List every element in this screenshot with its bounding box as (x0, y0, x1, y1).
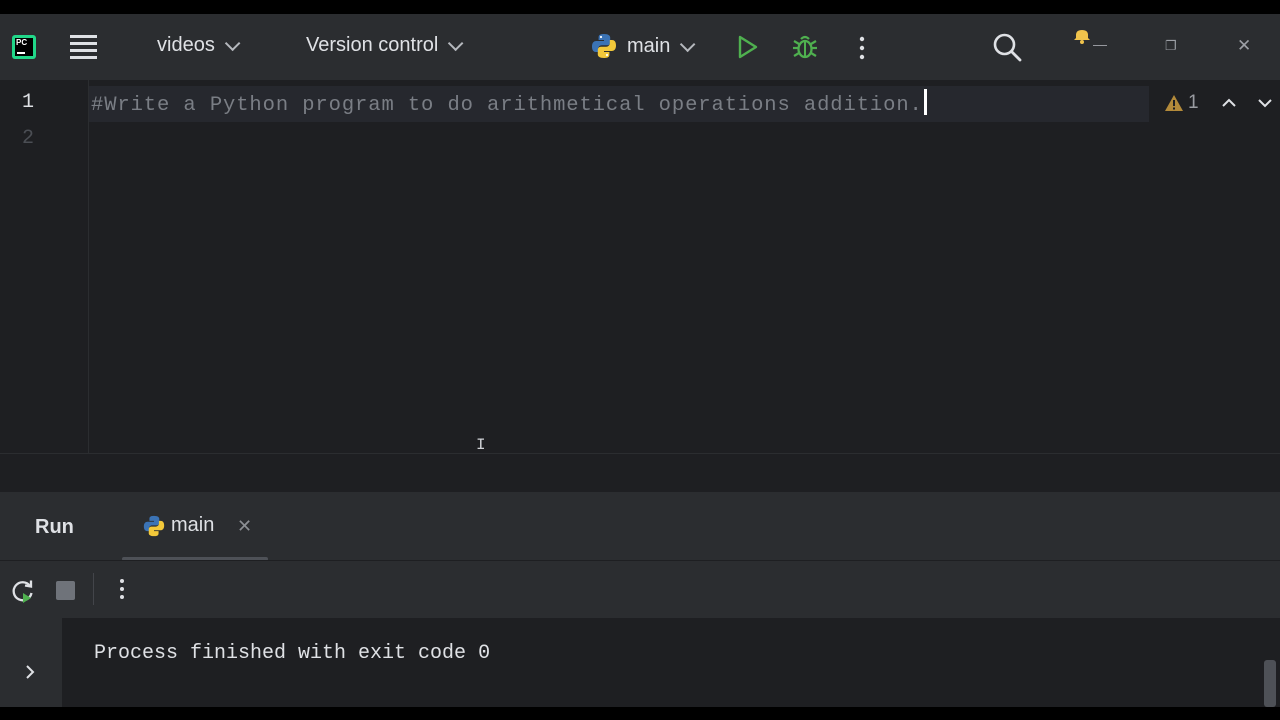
run-console[interactable]: Process finished with exit code 0 (0, 618, 1280, 707)
close-window-icon[interactable]: ✕ (1237, 36, 1251, 56)
run-panel-title: Run (35, 516, 74, 538)
text-caret (923, 89, 927, 115)
run-icon (738, 35, 758, 59)
search-icon[interactable] (992, 32, 1022, 62)
warning-icon (1165, 95, 1183, 111)
close-tab-icon[interactable]: ✕ (237, 516, 252, 537)
minimize-icon[interactable]: — (1093, 36, 1107, 52)
run-tool-window-header: Run main ✕ (0, 492, 1280, 561)
vertical-scrollbar[interactable] (1264, 660, 1276, 707)
project-selector[interactable]: videos (157, 34, 241, 57)
inspection-widget[interactable]: 1 (1164, 92, 1273, 114)
run-tab-label: main (171, 514, 215, 536)
code-editor[interactable]: 1 2 #Write a Python program to do arithm… (0, 80, 1280, 453)
project-name: videos (157, 34, 215, 56)
rerun-icon[interactable] (10, 578, 36, 609)
bug-icon (793, 35, 817, 59)
run-tab-main[interactable]: main (143, 514, 214, 537)
panel-divider[interactable] (0, 453, 1280, 454)
line-number: 2 (21, 127, 34, 150)
code-line[interactable]: #Write a Python program to do arithmetic… (91, 89, 927, 117)
run-toolbar (0, 560, 1280, 619)
chevron-up-icon[interactable] (1221, 97, 1237, 109)
restore-icon[interactable]: ❐ (1165, 38, 1177, 54)
version-control-menu[interactable]: Version control (306, 34, 464, 57)
comment-text: #Write a Python program to do arithmetic… (91, 94, 923, 117)
ide-window: PC videos Version control main — ❐ ✕ 1 2… (0, 14, 1280, 707)
version-control-label: Version control (306, 34, 439, 56)
chevron-right-icon[interactable] (24, 664, 36, 680)
chevron-down-icon (680, 36, 696, 52)
pycharm-logo-icon[interactable]: PC (12, 35, 36, 59)
more-options-icon[interactable] (119, 578, 125, 605)
more-actions-icon[interactable] (859, 36, 865, 60)
run-config-selector[interactable]: main (591, 33, 696, 59)
main-menu-icon[interactable] (70, 34, 98, 60)
run-button[interactable] (737, 35, 759, 59)
stop-icon[interactable] (56, 581, 75, 600)
run-config-label: main (627, 34, 671, 57)
notification-bell-icon[interactable] (1072, 29, 1092, 47)
chevron-down-icon (448, 35, 464, 52)
console-output: Process finished with exit code 0 (94, 642, 491, 665)
line-number-gutter: 1 2 (0, 80, 89, 453)
warning-count: 1 (1188, 92, 1199, 113)
chevron-down-icon[interactable] (1257, 97, 1273, 109)
main-toolbar: PC videos Version control main — ❐ ✕ (0, 14, 1280, 80)
python-icon (592, 34, 616, 58)
toolbar-separator (93, 573, 94, 605)
debug-button[interactable] (791, 34, 819, 60)
console-gutter (0, 618, 62, 707)
chevron-down-icon (224, 35, 241, 52)
line-number: 1 (21, 91, 34, 114)
python-icon (143, 515, 165, 536)
mouse-cursor-ibeam-icon: I (476, 436, 486, 454)
